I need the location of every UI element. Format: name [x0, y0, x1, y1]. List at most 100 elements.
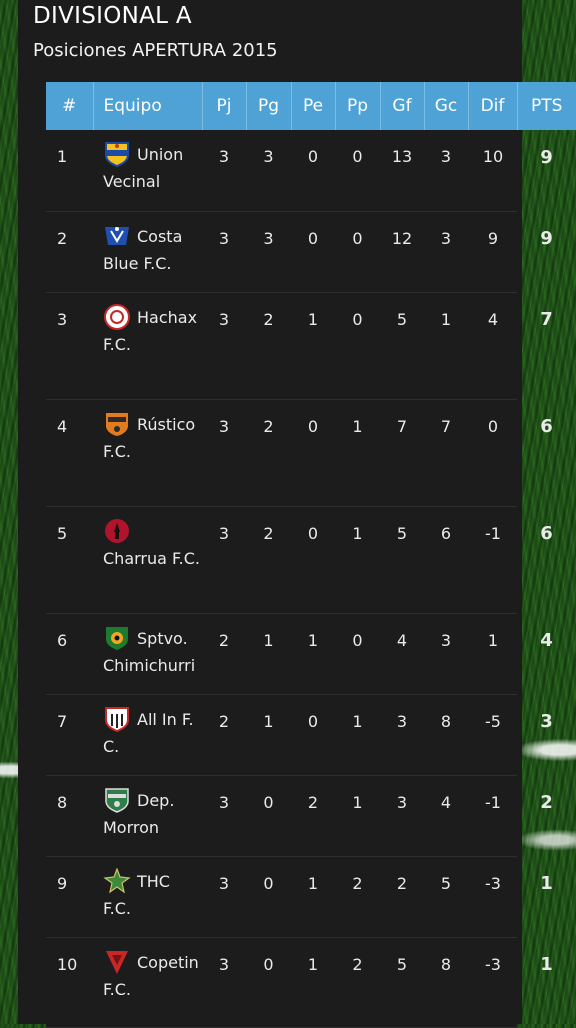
rank-cell: 1: [46, 130, 93, 212]
table-row[interactable]: 2 Costa Blue F.C. 3 3 0 0 12 3 9 9: [46, 211, 576, 293]
gf-cell: 3: [380, 775, 424, 857]
rank-cell: 3: [46, 292, 93, 400]
pg-cell: 2: [246, 292, 291, 400]
gf-cell: 13: [380, 130, 424, 212]
rank-cell: 9: [46, 856, 93, 938]
gc-cell: 4: [424, 775, 468, 857]
rank-cell: 5: [46, 506, 93, 614]
dif-cell: 4: [468, 292, 517, 400]
pts-cell: 1: [540, 873, 553, 894]
table-row[interactable]: 7 All In F. C. 2 1 0 1 3 8 -5 3: [46, 694, 576, 776]
col-gc[interactable]: Gc: [424, 82, 469, 130]
team-cell: All In F. C.: [93, 694, 202, 776]
pj-cell: 2: [202, 694, 246, 776]
gc-cell: 1: [424, 292, 468, 400]
rank-cell: 7: [46, 694, 93, 776]
union-vecinal-crest-icon: [103, 141, 131, 168]
standings-table: # Equipo Pj Pg Pe Pp Gf Gc Dif PTS 1 Unio…: [46, 82, 576, 1028]
pts-cell: 1: [540, 954, 553, 975]
table-row[interactable]: 6 Sptvo. Chimichurri 2 1 1 0 4 3 1 4: [46, 613, 576, 695]
pg-cell: 1: [246, 613, 291, 695]
col-gf[interactable]: Gf: [380, 82, 425, 130]
pp-cell: 0: [335, 130, 380, 212]
rustico-crest-icon: [103, 411, 131, 437]
pp-cell: 1: [335, 694, 380, 776]
page-subtitle: Posiciones APERTURA 2015: [33, 40, 278, 61]
pts-cell: 3: [540, 711, 553, 732]
gc-cell: 6: [424, 506, 468, 614]
dif-cell: 9: [468, 211, 517, 293]
gf-cell: 4: [380, 613, 424, 695]
pj-cell: 3: [202, 399, 246, 507]
dif-cell: -5: [468, 694, 517, 776]
table-header-row: # Equipo Pj Pg Pe Pp Gf Gc Dif PTS: [46, 82, 576, 130]
pp-cell: 0: [335, 292, 380, 400]
pg-cell: 2: [246, 399, 291, 507]
gf-cell: 7: [380, 399, 424, 507]
team-cell: Hachax F.C.: [93, 292, 202, 400]
table-row[interactable]: 1 Union Vecinal 3 3 0 0 13 3 10 9: [46, 130, 576, 212]
pg-cell: 0: [246, 937, 291, 1028]
col-pp[interactable]: Pp: [335, 82, 381, 130]
pe-cell: 0: [291, 399, 335, 507]
all-in-crest-icon: [103, 706, 131, 732]
pj-cell: 3: [202, 856, 246, 938]
dif-cell: -1: [468, 775, 517, 857]
col-team[interactable]: Equipo: [93, 82, 203, 130]
pts-cell: 6: [540, 416, 553, 437]
pe-cell: 1: [291, 613, 335, 695]
pe-cell: 1: [291, 937, 335, 1028]
gc-cell: 5: [424, 856, 468, 938]
pp-cell: 1: [335, 506, 380, 614]
table-row[interactable]: 10 Copetin F.C. 3 0 1 2 5 8 -3 1: [46, 937, 576, 1028]
team-cell: Sptvo. Chimichurri: [93, 613, 202, 695]
col-pj[interactable]: Pj: [202, 82, 247, 130]
pe-cell: 0: [291, 694, 335, 776]
rank-cell: 4: [46, 399, 93, 507]
charrua-crest-icon: [103, 518, 131, 544]
dif-cell: -3: [468, 937, 517, 1028]
pp-cell: 2: [335, 856, 380, 938]
dif-cell: 0: [468, 399, 517, 507]
dif-cell: -3: [468, 856, 517, 938]
team-cell: Costa Blue F.C.: [93, 211, 202, 293]
gc-cell: 3: [424, 613, 468, 695]
pj-cell: 3: [202, 506, 246, 614]
gc-cell: 3: [424, 130, 468, 212]
morron-crest-icon: [103, 787, 131, 813]
copetin-crest-icon: [103, 949, 131, 975]
col-pg[interactable]: Pg: [246, 82, 292, 130]
col-pe[interactable]: Pe: [291, 82, 336, 130]
rank-cell: 2: [46, 211, 93, 293]
table-row[interactable]: 9 THC F.C. 3 0 1 2 2 5 -3 1: [46, 856, 576, 938]
gc-cell: 7: [424, 399, 468, 507]
pe-cell: 1: [291, 856, 335, 938]
pp-cell: 2: [335, 937, 380, 1028]
col-rank[interactable]: #: [46, 82, 94, 130]
pj-cell: 3: [202, 775, 246, 857]
col-dif[interactable]: Dif: [468, 82, 518, 130]
team-name[interactable]: Charrua F.C.: [103, 549, 200, 568]
pts-cell: 9: [540, 147, 553, 168]
pp-cell: 0: [335, 613, 380, 695]
col-pts[interactable]: PTS: [517, 82, 576, 130]
table-row[interactable]: 5 Charrua F.C. 3 2 0 1 5 6 -1 6: [46, 506, 576, 614]
pj-cell: 2: [202, 613, 246, 695]
page-title: DIVISIONAL A: [33, 3, 192, 29]
gf-cell: 5: [380, 937, 424, 1028]
pg-cell: 0: [246, 856, 291, 938]
team-cell: Dep. Morron: [93, 775, 202, 857]
pts-cell: 9: [540, 228, 553, 249]
table-row[interactable]: 4 Rústico F.C. 3 2 0 1 7 7 0 6: [46, 399, 576, 507]
pe-cell: 0: [291, 130, 335, 212]
hachax-crest-icon: [103, 303, 131, 330]
thc-crest-icon: [103, 866, 131, 894]
table-row[interactable]: 8 Dep. Morron 3 0 2 1 3 4 -1 2: [46, 775, 576, 857]
pts-cell: 6: [540, 523, 553, 544]
pp-cell: 1: [335, 399, 380, 507]
table-row[interactable]: 3 Hachax F.C. 3 2 1 0 5 1 4 7: [46, 292, 576, 400]
costa-blue-crest-icon: [103, 223, 131, 249]
gc-cell: 3: [424, 211, 468, 293]
pj-cell: 3: [202, 211, 246, 293]
pe-cell: 0: [291, 506, 335, 614]
